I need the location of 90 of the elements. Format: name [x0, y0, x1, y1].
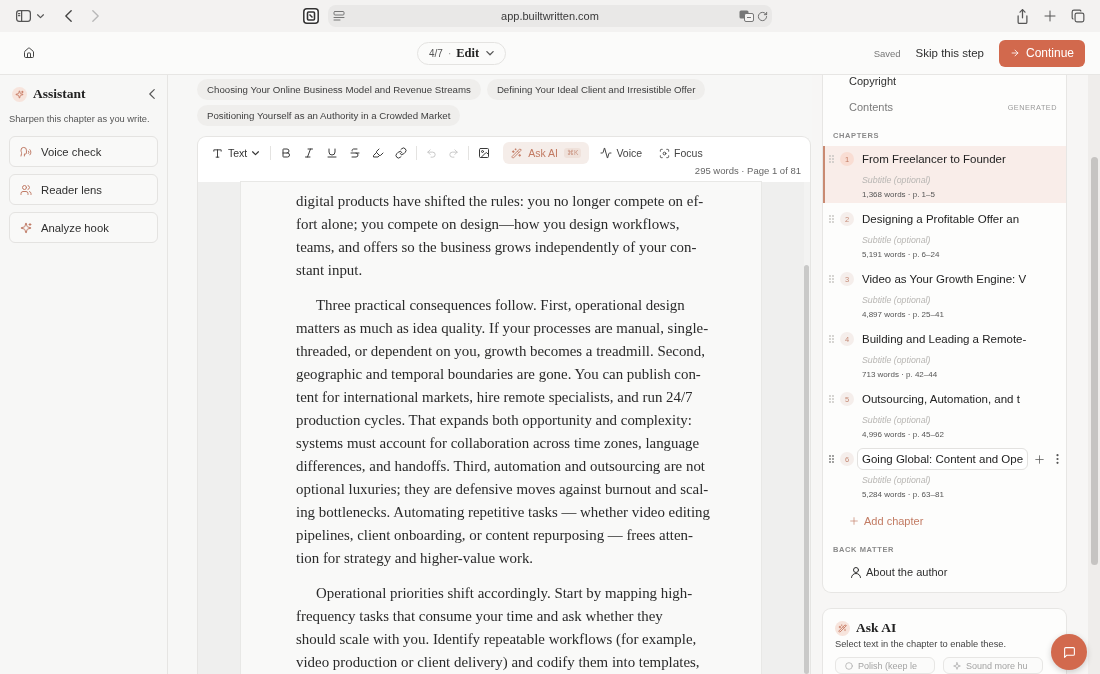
- sparkle-icon: [20, 221, 32, 234]
- step-dropdown[interactable]: 4/7 · Edit: [417, 41, 507, 65]
- chapter-title-field[interactable]: Going Global: Content and Ope: [857, 448, 1029, 470]
- save-status: Saved: [873, 47, 901, 59]
- people-icon: [20, 183, 32, 196]
- app-tile-icon[interactable]: [303, 8, 319, 24]
- translate-icon[interactable]: [739, 10, 754, 22]
- assistant-action-button[interactable]: Voice check: [9, 136, 158, 167]
- strikethrough-icon[interactable]: [349, 147, 362, 159]
- chevron-down-icon: [486, 50, 495, 56]
- subtitle-field[interactable]: Subtitle (optional): [862, 294, 1012, 306]
- chapter-stats: 4,996 words · p. 45–62: [862, 430, 944, 439]
- back-matter-item[interactable]: About the author: [851, 565, 948, 579]
- plus-icon: [850, 517, 858, 525]
- scrollbar-thumb[interactable]: [1091, 157, 1098, 565]
- drag-handle-icon[interactable]: [829, 335, 834, 343]
- back-icon[interactable]: [65, 10, 72, 22]
- drag-handle-icon[interactable]: [829, 155, 834, 163]
- chapter-title-field[interactable]: Video as Your Growth Engine: V: [857, 268, 1032, 290]
- underline-icon[interactable]: [326, 147, 339, 159]
- chapter-tab[interactable]: Choosing Your Online Business Model and Revenue Streams: [197, 79, 481, 100]
- drag-handle-icon[interactable]: [829, 395, 834, 403]
- magic-wand-icon: [511, 147, 523, 159]
- chapter-title-field[interactable]: Building and Leading a Remote-: [857, 328, 1032, 350]
- chapter-stats: 4,897 words · p. 25–41: [862, 310, 944, 319]
- subtitle-field[interactable]: Subtitle (optional): [862, 354, 1012, 366]
- drag-handle-icon[interactable]: [829, 275, 834, 283]
- sparkle-icon: [953, 661, 961, 670]
- home-icon[interactable]: [23, 47, 35, 59]
- continue-button[interactable]: Continue: [999, 39, 1085, 67]
- chapter-title-field[interactable]: Outsourcing, Automation, and t: [857, 388, 1025, 410]
- arrow-right-icon: [1009, 48, 1020, 58]
- chat-icon: [1062, 645, 1076, 659]
- page-menu-icon[interactable]: [333, 11, 345, 21]
- front-matter-item[interactable]: Contents: [849, 101, 894, 113]
- voice-button[interactable]: Voice: [600, 147, 643, 159]
- bold-icon[interactable]: [280, 147, 293, 159]
- body-paragraph: Operational priorities shift accordingly. Start by mapping high- frequency tasks that consume your time and ask whether they should scale with you. Identify repeatable workflows (for example, video production or client delivery) and codify them into templates,: [296, 583, 700, 672]
- text-type-icon: [212, 147, 223, 159]
- chapter-stats: 1,368 words · p. 1–5: [862, 190, 935, 199]
- skip-button[interactable]: Skip this step: [915, 47, 984, 59]
- magic-wand-icon: [835, 620, 850, 636]
- share-icon[interactable]: [1016, 8, 1029, 24]
- chevron-down-icon: [252, 150, 260, 156]
- chapter-tab[interactable]: Positioning Yourself as an Authority in a Crowded Market: [197, 105, 461, 126]
- tabs-icon[interactable]: [1071, 9, 1085, 23]
- pulse-icon: [600, 147, 613, 159]
- person-icon: [851, 566, 861, 578]
- word-count: 295 words · Page 1 of 81: [694, 165, 801, 176]
- front-matter-item[interactable]: Copyright: [849, 75, 897, 87]
- assistant-action-button[interactable]: Reader lens: [9, 174, 158, 205]
- chevron-left-icon[interactable]: [149, 89, 155, 99]
- sparkle-icon: [12, 86, 27, 102]
- focus-icon: [659, 147, 671, 159]
- chapter-title-field[interactable]: From Freelancer to Founder: [857, 148, 1025, 170]
- assistant-action-button[interactable]: Analyze hook: [9, 212, 158, 243]
- plus-icon[interactable]: [1035, 454, 1045, 464]
- body-paragraph: digital products have shifted the rules: you no longer compete on ef- fort alone; you compete on design—how you design workflows, teams, and offers so the business grows independently of your con- stant input.: [296, 191, 704, 280]
- subtitle-field[interactable]: Subtitle (optional): [862, 474, 1012, 486]
- reload-icon[interactable]: [757, 10, 768, 22]
- body-paragraph: Three practical consequences follow. First, operational design matters as much as idea quality. If your processes are manual, single- threaded, or dependent on you, growth becomes a treadmill. Second, geographic and temporal boundaries are gone. You can publish con- tent for international markets, hire remote specialists, and run 24/7 production cycles. That expands both opportunity and complexity: systems must account for collaboration across time zones, language differences, and handoffs. Third, automation and outsourcing are not optional luxuries; they are defensive moves against burnout and scal- ing bottlenecks. Automating repetitive tasks — whether video editing pipelines, client onboarding, or content repurposing — frees atten- tion for strategy and higher-value work.: [296, 295, 710, 568]
- chapter-stats: 5,284 words · p. 63–81: [862, 490, 944, 499]
- sidebar-toggle-icon[interactable]: [16, 10, 31, 22]
- chapter-stats: 713 words · p. 42–44: [862, 370, 938, 379]
- highlighter-icon[interactable]: [372, 147, 385, 159]
- subtitle-field[interactable]: Subtitle (optional): [862, 234, 1012, 246]
- panel-title: Ask AI: [856, 620, 897, 636]
- address-bar[interactable]: app.builtwritten.com: [328, 5, 772, 27]
- panel-hint: Select text in the chapter to enable these.: [835, 638, 1007, 651]
- chapter-tab[interactable]: Defining Your Ideal Client and Irresistible Offer: [486, 79, 706, 100]
- subtitle-field[interactable]: Subtitle (optional): [862, 174, 1012, 186]
- chapter-stats: 5,191 words · p. 6–24: [862, 250, 940, 259]
- speaking-head-icon: [20, 145, 32, 158]
- focus-button[interactable]: Focus: [659, 147, 703, 159]
- chapter-title-field[interactable]: Designing a Profitable Offer an: [857, 208, 1025, 230]
- text-style-dropdown[interactable]: Text: [209, 147, 263, 159]
- chevron-down-icon[interactable]: [37, 13, 44, 19]
- new-tab-icon[interactable]: [1044, 10, 1056, 22]
- image-icon[interactable]: [478, 147, 491, 159]
- more-options-icon[interactable]: [1056, 454, 1060, 464]
- assistant-subtitle: Sharpen this chapter as you write.: [9, 113, 150, 125]
- subtitle-field[interactable]: Subtitle (optional): [862, 414, 1012, 426]
- scrollbar-thumb[interactable]: [804, 265, 809, 674]
- link-icon[interactable]: [395, 147, 408, 159]
- drag-handle-icon[interactable]: [829, 215, 834, 223]
- url-text: app.builtwritten.com: [500, 10, 600, 22]
- italic-icon[interactable]: [303, 147, 316, 159]
- assistant-title: Assistant: [33, 86, 86, 102]
- circle-icon: [845, 661, 853, 670]
- drag-handle-icon[interactable]: [829, 455, 834, 463]
